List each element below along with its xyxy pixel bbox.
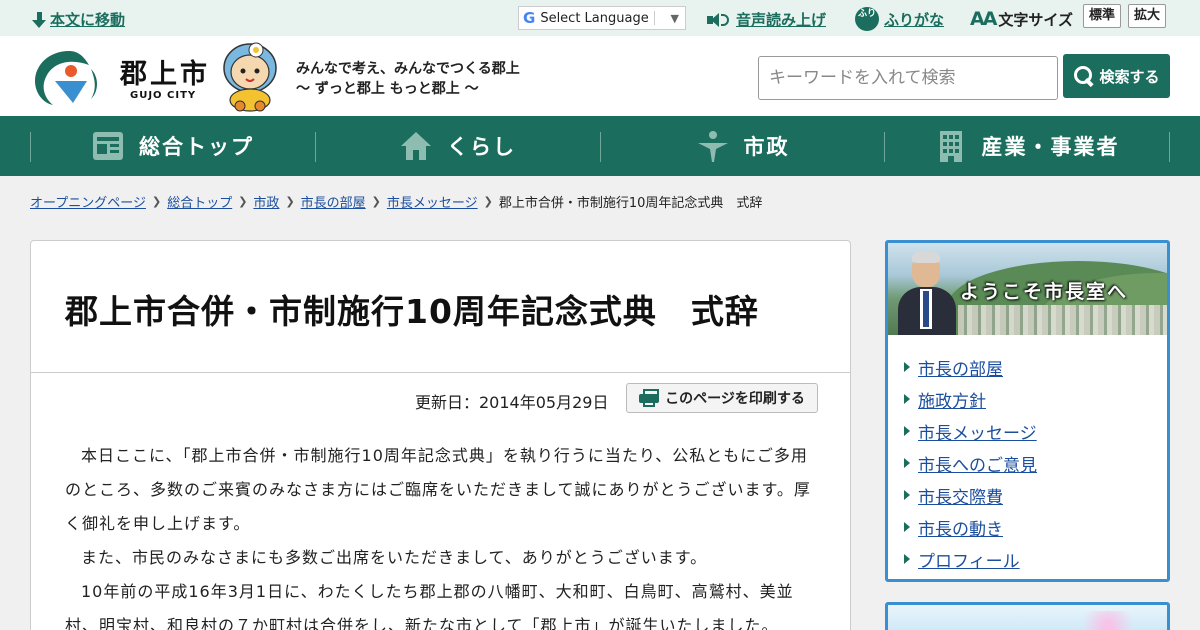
banner-decoration — [1068, 611, 1148, 630]
article-body: 本日ここに、「郡上市合併・市制施行10周年記念式典」を執り行うに当たり、公私とも… — [65, 439, 820, 630]
mayor-link[interactable]: 市長交際費 — [904, 479, 1037, 511]
mayor-link[interactable]: 市長メッセージ — [904, 415, 1037, 447]
language-select[interactable]: G Select Language ▼ — [518, 6, 686, 30]
utility-bar: 本文に移動 G Select Language ▼ 音声読み上げ ふり ふりがな… — [0, 0, 1200, 36]
main-content: 郡上市合併・市制施行10周年記念式典 式辞 更新日：2014年05月29日 この… — [30, 240, 851, 630]
nav-item-industry[interactable]: 産業・事業者 — [884, 116, 1169, 176]
triangle-right-icon — [904, 394, 910, 404]
chevron-right-icon: ❯ — [151, 195, 162, 208]
font-standard-button[interactable]: 標準 — [1083, 4, 1122, 28]
font-size-text: 文字サイズ — [998, 10, 1073, 29]
breadcrumb-link[interactable]: 市長の部屋 — [301, 192, 366, 211]
breadcrumb: オープニングページ ❯ 総合トップ ❯ 市政 ❯ 市長の部屋 ❯ 市長メッセージ… — [30, 192, 762, 211]
chevron-down-icon: ▼ — [670, 11, 679, 25]
mayor-link-label: 市長メッセージ — [918, 423, 1037, 444]
title-divider — [31, 372, 850, 373]
furigana-link[interactable]: ふり ふりがな — [855, 7, 944, 31]
arrow-down-icon — [32, 11, 46, 28]
nav-item-living[interactable]: くらし — [315, 116, 600, 176]
article-paragraph: 10年前の平成16年3月1日に、わたくしたち郡上郡の八幡町、大和町、白鳥町、高鷲… — [65, 582, 794, 630]
triangle-right-icon — [904, 490, 910, 500]
furigana-icon: ふり — [855, 7, 879, 31]
furigana-label: ふりがな — [884, 10, 945, 29]
triangle-right-icon — [904, 458, 910, 468]
nav-item-city-admin[interactable]: 市政 — [600, 116, 885, 176]
read-aloud-link[interactable]: 音声読み上げ — [707, 9, 826, 30]
nav-label: 総合トップ — [139, 135, 254, 159]
side-banner-secondary[interactable] — [885, 602, 1170, 630]
print-button[interactable]: このページを印刷する — [626, 383, 818, 413]
building-icon — [939, 131, 962, 162]
search-button-label: 検索する — [1099, 67, 1160, 86]
slogan-line-2: ～ ずっと郡上 もっと郡上 ～ — [296, 81, 479, 97]
city-logo-icon[interactable] — [33, 47, 105, 107]
search-input[interactable] — [758, 56, 1058, 100]
triangle-right-icon — [904, 362, 910, 372]
site-header: 郡上市 GUJO CITY みんなで考え、みんなでつくる郡上 ～ ずっと郡上 も… — [0, 36, 1200, 116]
mascot-icon — [223, 42, 277, 112]
mayor-link-label: 市長の動き — [918, 519, 1003, 540]
house-icon — [401, 132, 431, 160]
search-button[interactable]: 検索する — [1063, 54, 1170, 98]
speaker-icon — [707, 12, 731, 27]
breadcrumb-current: 郡上市合併・市制施行10周年記念式典 式辞 — [498, 196, 763, 211]
breadcrumb-link[interactable]: オープニングページ — [30, 192, 146, 211]
updated-date: 更新日：2014年05月29日 — [415, 393, 609, 412]
mayor-link[interactable]: 市長の部屋 — [904, 351, 1037, 383]
article-paragraph: 本日ここに、「郡上市合併・市制施行10周年記念式典」を執り行うに当たり、公私とも… — [65, 446, 811, 533]
read-aloud-label: 音声読み上げ — [736, 11, 827, 29]
triangle-right-icon — [904, 554, 910, 564]
city-name: 郡上市 — [120, 59, 210, 90]
article-paragraph: また、市民のみなさまにも多数ご出席をいただきまして、ありがとうございます。 — [81, 548, 708, 567]
chevron-right-icon: ❯ — [483, 195, 493, 208]
person-icon — [697, 131, 728, 162]
nav-label: くらし — [447, 135, 516, 159]
slogan-line-1: みんなで考え、みんなでつくる郡上 — [296, 61, 520, 77]
mayor-link[interactable]: 施政方針 — [904, 383, 1037, 415]
triangle-right-icon — [904, 426, 910, 436]
chevron-right-icon: ❯ — [285, 195, 295, 208]
mayor-photo — [898, 249, 956, 335]
mayor-link-label: 市長へのご意見 — [918, 455, 1037, 476]
font-size-label: AA 文字サイズ — [970, 8, 1073, 30]
nav-label: 市政 — [743, 135, 790, 159]
mayor-link-label: 施政方針 — [918, 391, 986, 412]
mayor-link-label: プロフィール — [918, 551, 1020, 572]
select-divider — [653, 11, 655, 25]
mayor-link-label: 市長の部屋 — [918, 359, 1003, 380]
mayor-office-panel: ようこそ市長室へ 市長の部屋 施政方針 市長メッセージ 市長へのご意見 市長交際… — [885, 240, 1170, 582]
breadcrumb-link[interactable]: 市長メッセージ — [387, 192, 478, 211]
breadcrumb-link[interactable]: 市政 — [253, 192, 279, 211]
mayor-link[interactable]: 市長の動き — [904, 511, 1037, 543]
print-button-label: このページを印刷する — [665, 391, 805, 407]
banner-town — [958, 305, 1167, 335]
triangle-right-icon — [904, 522, 910, 532]
mayor-banner[interactable]: ようこそ市長室へ — [888, 243, 1167, 335]
mayor-link[interactable]: プロフィール — [904, 543, 1037, 575]
skip-to-content-link[interactable]: 本文に移動 — [32, 9, 125, 30]
font-size-icon: AA — [970, 8, 997, 30]
mayor-link[interactable]: 市長へのご意見 — [904, 447, 1037, 479]
breadcrumb-link[interactable]: 総合トップ — [167, 192, 232, 211]
page-title: 郡上市合併・市制施行10周年記念式典 式辞 — [65, 292, 759, 331]
newspaper-icon — [93, 132, 123, 160]
chevron-right-icon: ❯ — [238, 195, 248, 208]
nav-label: 産業・事業者 — [981, 135, 1120, 159]
chevron-right-icon: ❯ — [371, 195, 381, 208]
skip-link-label: 本文に移動 — [50, 11, 126, 29]
google-g-icon: G — [523, 9, 536, 27]
mayor-banner-title: ようこそ市長室へ — [960, 281, 1129, 303]
nav-divider — [1169, 132, 1170, 162]
printer-icon — [639, 389, 660, 407]
global-nav: 総合トップ くらし 市政 産業・事業者 — [0, 116, 1200, 176]
language-select-label: Select Language — [540, 10, 649, 26]
nav-item-top[interactable]: 総合トップ — [30, 116, 315, 176]
city-name-en: GUJO CITY — [130, 90, 197, 101]
font-large-button[interactable]: 拡大 — [1128, 4, 1167, 28]
mayor-link-label: 市長交際費 — [918, 487, 1003, 508]
search-icon — [1073, 65, 1095, 87]
mayor-links: 市長の部屋 施政方針 市長メッセージ 市長へのご意見 市長交際費 市長の動き プ… — [904, 351, 1037, 575]
